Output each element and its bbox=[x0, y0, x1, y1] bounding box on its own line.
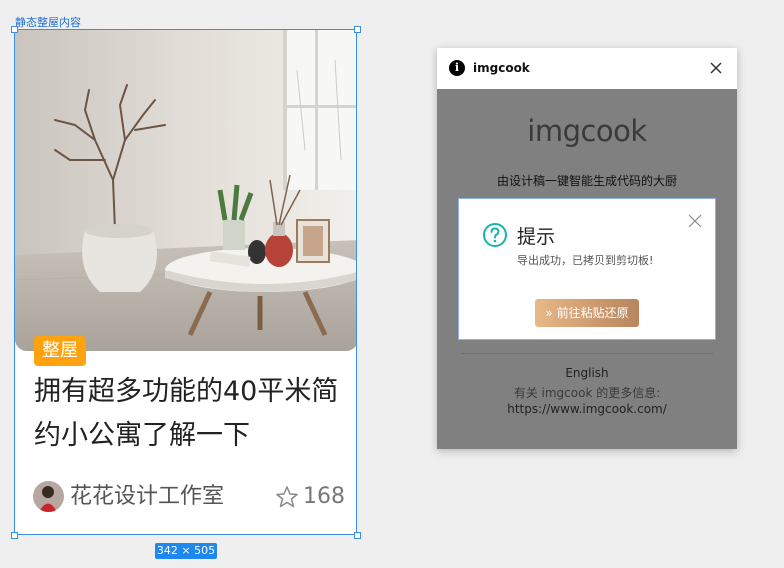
window-title-bar: i imgcook bbox=[437, 48, 737, 89]
window-title: imgcook bbox=[473, 61, 530, 75]
go-paste-button[interactable]: » 前往粘贴还原 bbox=[535, 299, 639, 327]
size-badge: 342 × 505 bbox=[155, 543, 217, 559]
room-photo bbox=[15, 30, 356, 351]
card-title[interactable]: 拥有超多功能的40平米简约小公寓了解一下 bbox=[34, 370, 349, 458]
website-link[interactable]: https://www.imgcook.com/ bbox=[437, 402, 737, 416]
like-count: 168 bbox=[303, 484, 345, 509]
author-name[interactable]: 花花设计工作室 bbox=[70, 482, 245, 512]
resize-handle-top-left[interactable] bbox=[11, 26, 18, 33]
imgcook-logo: imgcook bbox=[527, 114, 647, 148]
resize-handle-top-right[interactable] bbox=[354, 26, 361, 33]
close-icon[interactable] bbox=[688, 213, 702, 228]
divider bbox=[461, 353, 713, 354]
question-icon bbox=[482, 222, 508, 248]
category-tag: 整屋 bbox=[34, 336, 86, 366]
avatar[interactable] bbox=[33, 481, 64, 512]
resize-handle-bottom-right[interactable] bbox=[354, 532, 361, 539]
close-icon[interactable] bbox=[708, 60, 724, 76]
dialog-title: 提示 bbox=[517, 226, 556, 248]
frame-label: 静态整屋内容 bbox=[15, 16, 81, 29]
tagline: 由设计稿一键智能生成代码的大厨 bbox=[496, 174, 677, 188]
content-card[interactable]: 整屋 拥有超多功能的40平米简约小公寓了解一下 花花设计工作室 168 bbox=[14, 29, 357, 535]
info-icon: i bbox=[449, 60, 465, 76]
dialog-message: 导出成功，已拷贝到剪切板! bbox=[517, 254, 654, 267]
export-success-dialog: 提示 导出成功，已拷贝到剪切板! » 前往粘贴还原 bbox=[458, 198, 716, 340]
star-icon[interactable] bbox=[275, 485, 299, 509]
more-info-text: 有关 imgcook 的更多信息: bbox=[513, 386, 661, 400]
resize-handle-bottom-left[interactable] bbox=[11, 532, 18, 539]
language-link[interactable]: English bbox=[437, 366, 737, 380]
